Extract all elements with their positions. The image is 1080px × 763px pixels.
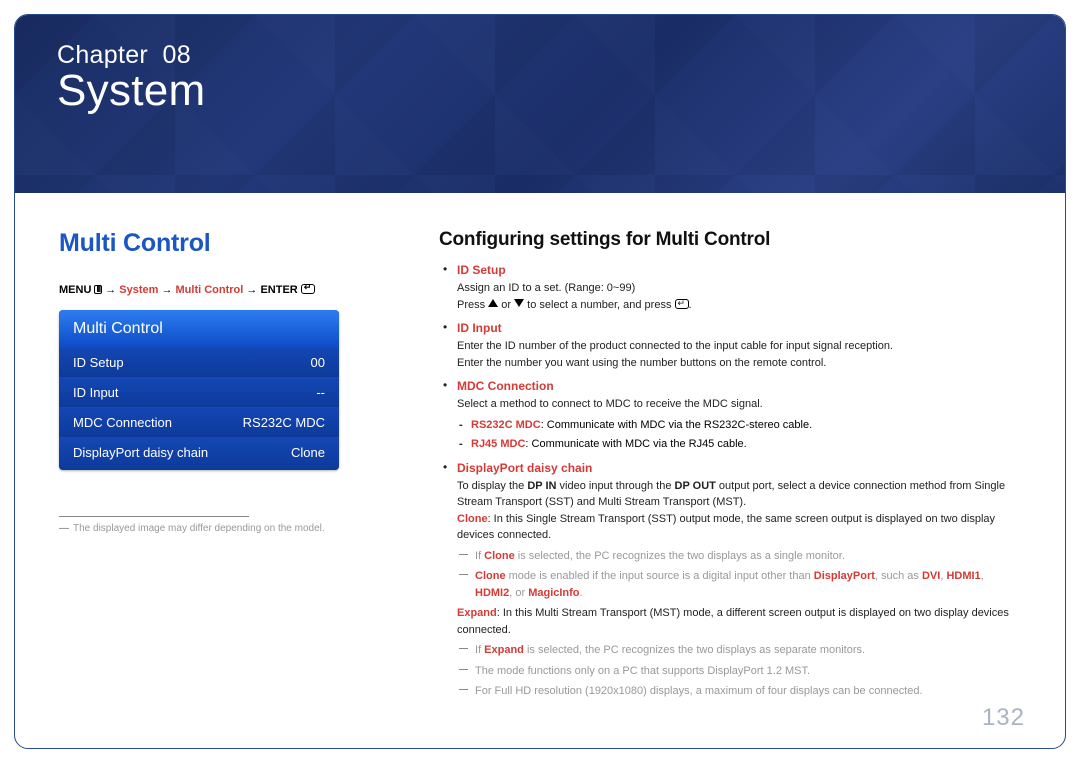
chapter-prefix-text: Chapter bbox=[57, 41, 148, 69]
item-head: ID Input bbox=[457, 321, 1021, 335]
osd-label: MDC Connection bbox=[73, 415, 172, 430]
text: video input through the bbox=[556, 480, 674, 492]
text: mode is enabled if the input source is a… bbox=[506, 570, 814, 582]
hl: DVI bbox=[922, 570, 940, 582]
sub-hl: RJ45 MDC bbox=[471, 438, 525, 450]
item-body: To display the DP IN video input through… bbox=[457, 478, 1021, 511]
breadcrumb-arrow-3: → bbox=[246, 284, 257, 296]
hl: HDMI1 bbox=[946, 570, 980, 582]
text: If bbox=[475, 550, 484, 562]
osd-row-id-setup: ID Setup 00 bbox=[59, 348, 339, 377]
up-arrow-icon bbox=[488, 299, 498, 307]
chapter-banner: Chapter 08 System bbox=[15, 15, 1065, 193]
text: Press bbox=[457, 299, 488, 311]
text: . bbox=[580, 587, 583, 599]
footnote-rule bbox=[59, 516, 249, 517]
note-fullhd: For Full HD resolution (1920x1080) displ… bbox=[457, 683, 1021, 700]
osd-label: ID Input bbox=[73, 385, 119, 400]
text: , bbox=[981, 570, 984, 582]
text: to select a number, and press bbox=[524, 299, 674, 311]
note-clone-sources: Clone mode is enabled if the input sourc… bbox=[457, 568, 1021, 601]
note-clone-single: If Clone is selected, the PC recognizes … bbox=[457, 548, 1021, 565]
hl: Expand bbox=[484, 644, 524, 656]
breadcrumb-arrow-1: → bbox=[105, 284, 116, 296]
item-id-setup: ID Setup Assign an ID to a set. (Range: … bbox=[439, 263, 1021, 313]
sub-text: : Communicate with MDC via the RS232C-st… bbox=[541, 419, 812, 431]
hl: DisplayPort bbox=[814, 570, 875, 582]
hl: Clone bbox=[484, 550, 515, 562]
hl: MagicInfo bbox=[528, 587, 579, 599]
hl: HDMI2 bbox=[475, 587, 509, 599]
note-expand-separate: If Expand is selected, the PC recognizes… bbox=[457, 642, 1021, 659]
text: : In this Single Stream Transport (SST) … bbox=[457, 513, 995, 542]
sub-rs232c: RS232C MDC: Communicate with MDC via the… bbox=[457, 417, 1021, 434]
bold-text: DP IN bbox=[527, 480, 556, 492]
text: To display the bbox=[457, 480, 527, 492]
osd-value: RS232C MDC bbox=[243, 415, 325, 430]
osd-value: 00 bbox=[311, 355, 325, 370]
down-arrow-icon bbox=[514, 299, 524, 307]
osd-row-id-input: ID Input -- bbox=[59, 377, 339, 407]
item-body: Press or to select a number, and press . bbox=[457, 297, 1021, 314]
text: . bbox=[689, 299, 692, 311]
expand-hl: Expand bbox=[457, 607, 497, 619]
breadcrumb-arrow-2: → bbox=[161, 284, 172, 296]
note-mst-support: The mode functions only on a PC that sup… bbox=[457, 663, 1021, 680]
osd-label: ID Setup bbox=[73, 355, 124, 370]
text: : In this Multi Stream Transport (MST) m… bbox=[457, 607, 1009, 636]
item-body: Assign an ID to a set. (Range: 0~99) bbox=[457, 280, 1021, 297]
dash-icon: ― bbox=[59, 523, 69, 534]
chapter-number: 08 bbox=[163, 41, 191, 69]
hl: Clone bbox=[475, 570, 506, 582]
bold-text: DP OUT bbox=[675, 480, 716, 492]
breadcrumb: MENU III → System → Multi Control → ENTE… bbox=[59, 284, 399, 296]
sub-hl: RS232C MDC bbox=[471, 419, 541, 431]
item-dp-daisy-chain: DisplayPort daisy chain To display the D… bbox=[439, 461, 1021, 700]
page-number: 132 bbox=[982, 704, 1025, 732]
item-head: DisplayPort daisy chain bbox=[457, 461, 1021, 475]
item-id-input: ID Input Enter the ID number of the prod… bbox=[439, 321, 1021, 371]
osd-value: -- bbox=[316, 385, 325, 400]
sub-rj45: RJ45 MDC: Communicate with MDC via the R… bbox=[457, 436, 1021, 453]
text: If bbox=[475, 644, 484, 656]
section-title: Multi Control bbox=[59, 229, 399, 258]
config-title: Configuring settings for Multi Control bbox=[439, 229, 1021, 251]
osd-title: Multi Control bbox=[59, 310, 339, 348]
breadcrumb-system: System bbox=[119, 284, 158, 296]
text: , such as bbox=[875, 570, 922, 582]
breadcrumb-multi: Multi Control bbox=[176, 284, 244, 296]
enter-icon bbox=[675, 299, 689, 309]
chapter-title: System bbox=[57, 66, 1029, 116]
breadcrumb-menu: MENU bbox=[59, 284, 91, 296]
osd-row-dp: DisplayPort daisy chain Clone bbox=[59, 437, 339, 470]
sub-text: : Communicate with MDC via the RJ45 cabl… bbox=[525, 438, 746, 450]
enter-icon bbox=[301, 284, 315, 294]
text: , or bbox=[509, 587, 528, 599]
item-body: Expand: In this Multi Stream Transport (… bbox=[457, 605, 1021, 638]
text: is selected, the PC recognizes the two d… bbox=[524, 644, 865, 656]
item-head: ID Setup bbox=[457, 263, 1021, 277]
text: is selected, the PC recognizes the two d… bbox=[515, 550, 845, 562]
osd-label: DisplayPort daisy chain bbox=[73, 445, 208, 460]
clone-hl: Clone bbox=[457, 513, 488, 525]
footnote: ― The displayed image may differ dependin… bbox=[59, 523, 399, 534]
osd-panel: Multi Control ID Setup 00 ID Input -- MD… bbox=[59, 310, 339, 470]
item-body: Clone: In this Single Stream Transport (… bbox=[457, 511, 1021, 544]
item-body: Enter the number you want using the numb… bbox=[457, 355, 1021, 372]
text: or bbox=[498, 299, 514, 311]
breadcrumb-enter: ENTER bbox=[260, 284, 297, 296]
item-body: Enter the ID number of the product conne… bbox=[457, 338, 1021, 355]
footnote-text: The displayed image may differ depending… bbox=[73, 523, 325, 534]
menu-icon: III bbox=[94, 285, 102, 294]
item-body: Select a method to connect to MDC to rec… bbox=[457, 396, 1021, 413]
osd-row-mdc: MDC Connection RS232C MDC bbox=[59, 407, 339, 437]
item-mdc-connection: MDC Connection Select a method to connec… bbox=[439, 379, 1021, 453]
osd-value: Clone bbox=[291, 445, 325, 460]
item-head: MDC Connection bbox=[457, 379, 1021, 393]
